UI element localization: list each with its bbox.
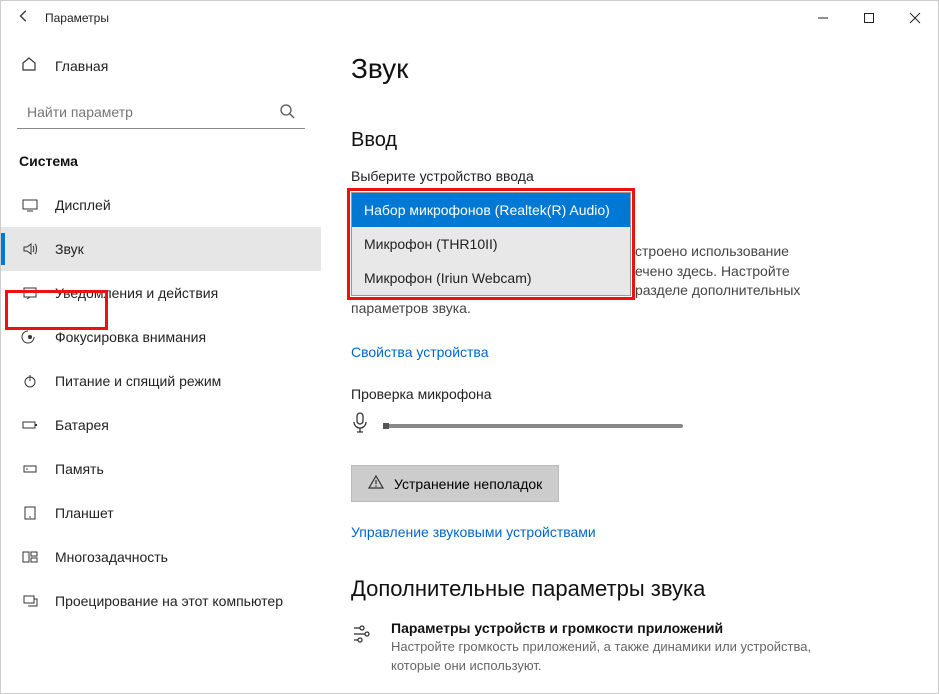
sidebar-item-battery[interactable]: Батарея [1,403,321,447]
focus-icon [21,329,39,345]
maximize-button[interactable] [846,2,892,34]
test-mic-label: Проверка микрофона [351,386,908,402]
input-device-dropdown[interactable]: Набор микрофонов (Realtek(R) Audio) Микр… [351,192,631,296]
sidebar-item-label: Уведомления и действия [55,285,218,301]
multitask-icon [21,549,39,565]
close-button[interactable] [892,2,938,34]
main-content: Звук Ввод Выберите устройство ввода Набо… [321,35,938,693]
display-icon [21,197,39,213]
minimize-button[interactable] [800,2,846,34]
home-icon [21,56,39,77]
sidebar-item-sound[interactable]: Звук [1,227,321,271]
sidebar-item-label: Проецирование на этот компьютер [55,593,283,609]
sidebar-group-title: Система [1,145,321,183]
advanced-section-title: Дополнительные параметры звука [351,576,908,602]
dropdown-option[interactable]: Набор микрофонов (Realtek(R) Audio) [352,193,630,227]
input-section-title: Ввод [351,129,908,152]
app-volume-icon [351,622,375,674]
home-nav[interactable]: Главная [1,45,321,87]
dropdown-option[interactable]: Микрофон (THR10II) [352,227,630,261]
troubleshoot-button[interactable]: Устранение неполадок [351,465,559,502]
app-volume-title: Параметры устройств и громкости приложен… [391,620,821,636]
app-volume-row[interactable]: Параметры устройств и громкости приложен… [351,620,908,674]
search-icon [279,103,295,124]
sidebar-item-power[interactable]: Питание и спящий режим [1,359,321,403]
sound-icon [21,241,39,257]
manage-audio-devices-link[interactable]: Управление звуковыми устройствами [351,524,596,540]
project-icon [21,593,39,609]
device-properties-link[interactable]: Свойства устройства [351,344,489,360]
power-icon [21,373,39,389]
mic-level-meter [383,424,683,428]
device-hint-text-2: параметров звука. [351,299,908,319]
sidebar-item-label: Память [55,461,104,477]
sidebar-item-project[interactable]: Проецирование на этот компьютер [1,579,321,623]
sidebar-item-tablet[interactable]: Планшет [1,491,321,535]
home-label: Главная [55,58,108,74]
sidebar-item-label: Фокусировка внимания [55,329,206,345]
search-input[interactable] [17,95,305,129]
warning-icon [368,474,384,493]
dropdown-option[interactable]: Микрофон (Iriun Webcam) [352,261,630,295]
troubleshoot-label: Устранение неполадок [394,476,542,492]
back-button[interactable] [9,9,39,28]
tablet-icon [21,505,39,521]
title-bar: Параметры [1,1,938,35]
sidebar-item-multitask[interactable]: Многозадачность [1,535,321,579]
sidebar-item-label: Звук [55,241,84,257]
microphone-icon [351,412,369,439]
sidebar: Главная Система Дисплей Звук Уведомления… [1,35,321,693]
sidebar-item-notifications[interactable]: Уведомления и действия [1,271,321,315]
sidebar-item-label: Дисплей [55,197,111,213]
battery-icon [21,417,39,433]
page-title: Звук [351,53,908,85]
app-volume-desc: Настройте громкость приложений, а также … [391,638,821,674]
sidebar-item-label: Батарея [55,417,109,433]
storage-icon [21,461,39,477]
sidebar-item-display[interactable]: Дисплей [1,183,321,227]
sidebar-item-focus[interactable]: Фокусировка внимания [1,315,321,359]
window-title: Параметры [45,11,109,25]
sidebar-item-label: Многозадачность [55,549,168,565]
sidebar-item-label: Питание и спящий режим [55,373,221,389]
choose-input-device-label: Выберите устройство ввода [351,168,908,184]
sidebar-item-label: Планшет [55,505,114,521]
sidebar-item-storage[interactable]: Память [1,447,321,491]
notifications-icon [21,285,39,301]
